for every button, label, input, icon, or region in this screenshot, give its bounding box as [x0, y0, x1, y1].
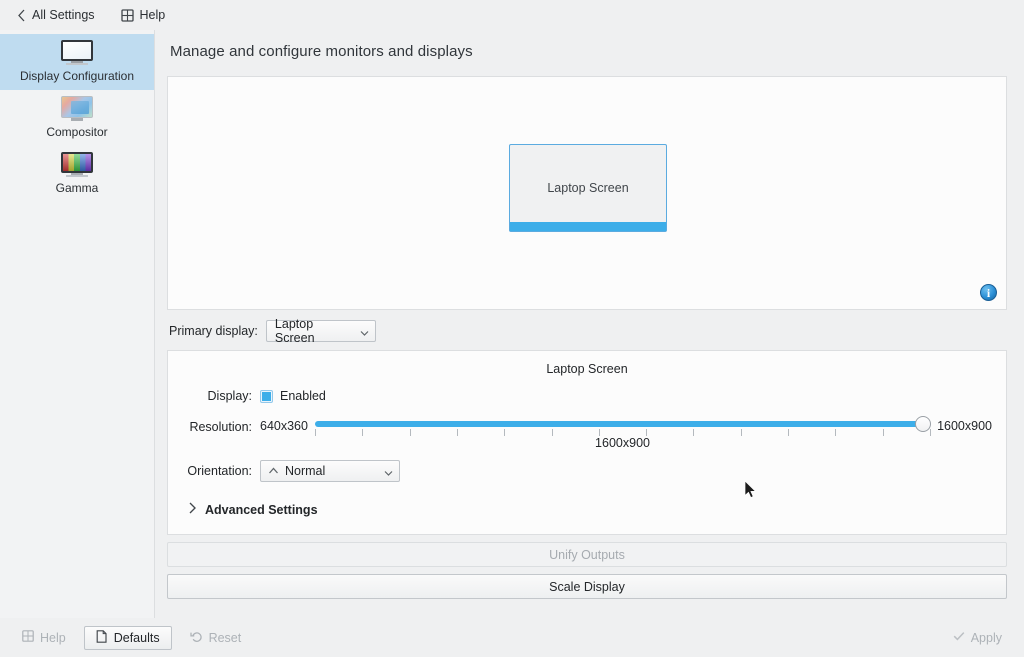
- primary-display-label: Primary display:: [169, 324, 258, 338]
- primary-display-value: Laptop Screen: [274, 317, 315, 345]
- orientation-value: Normal: [285, 464, 326, 478]
- resolution-slider[interactable]: 1600x900: [314, 416, 932, 450]
- sidebar-item-display-configuration[interactable]: Display Configuration: [0, 34, 154, 91]
- defaults-button[interactable]: Defaults: [83, 625, 172, 650]
- sidebar-item-label: Display Configuration: [19, 69, 135, 83]
- sidebar-item-label: Gamma: [55, 181, 99, 196]
- footer-help-label: Help: [40, 630, 66, 645]
- primary-indicator-bar: [510, 222, 666, 231]
- output-title: Laptop Screen: [546, 362, 628, 376]
- unify-outputs-button[interactable]: Unify Outputs: [167, 542, 1007, 567]
- content-area: Manage and configure monitors and displa…: [155, 30, 1024, 627]
- display-enabled-row: Display: Enabled: [168, 389, 1006, 403]
- info-icon[interactable]: i: [980, 284, 997, 301]
- sidebar-item-compositor[interactable]: Compositor: [0, 90, 154, 146]
- reset-button[interactable]: Reset: [178, 626, 254, 650]
- unify-outputs-label: Unify Outputs: [549, 547, 625, 562]
- advanced-settings-label: Advanced Settings: [205, 502, 318, 517]
- document-icon: [96, 629, 108, 646]
- checkbox-mark: [262, 391, 271, 401]
- orientation-select[interactable]: Normal: [260, 460, 400, 482]
- scale-display-label: Scale Display: [549, 579, 625, 594]
- display-enabled-label: Enabled: [280, 389, 326, 403]
- footer-help-button[interactable]: Help: [10, 626, 78, 650]
- toolbar-help-button[interactable]: Help: [114, 5, 173, 25]
- monitor-preview-laptop-screen[interactable]: Laptop Screen: [509, 144, 667, 232]
- all-settings-label: All Settings: [32, 8, 95, 22]
- display-label: Display:: [207, 389, 252, 403]
- page-title: Manage and configure monitors and displa…: [170, 43, 473, 60]
- info-glyph: i: [986, 285, 991, 300]
- advanced-settings-toggle[interactable]: Advanced Settings: [168, 502, 1006, 517]
- arrow-up-icon: [268, 466, 278, 476]
- output-settings-panel: Laptop Screen Display: Enabled Resolutio…: [167, 350, 1007, 535]
- check-icon: [953, 630, 965, 645]
- sidebar: Display Configuration Compositor Gamma: [0, 30, 155, 627]
- chevron-down-icon: [384, 467, 393, 476]
- scale-display-button[interactable]: Scale Display: [167, 574, 1007, 599]
- help-grid-icon: [22, 630, 34, 645]
- sidebar-item-label: Compositor: [46, 125, 108, 140]
- compositor-icon: [61, 96, 93, 122]
- defaults-label: Defaults: [113, 630, 160, 645]
- resolution-label: Resolution:: [189, 420, 252, 434]
- resolution-row: Resolution: 640x360 1600x900 1600x900: [168, 416, 1006, 450]
- resolution-min-label: 640x360: [260, 419, 308, 433]
- primary-display-row: Primary display: Laptop Screen: [167, 317, 1007, 345]
- slider-ticks: [314, 429, 932, 436]
- primary-display-select[interactable]: Laptop Screen: [265, 317, 376, 345]
- resolution-current-label: 1600x900: [595, 436, 650, 450]
- undo-icon: [189, 630, 203, 646]
- sidebar-item-gamma[interactable]: Gamma: [0, 146, 154, 202]
- resolution-max-label: 1600x900: [937, 419, 992, 433]
- gamma-icon: [61, 152, 93, 178]
- chevron-right-icon: [188, 502, 197, 517]
- monitor-preview-label: Laptop Screen: [547, 181, 629, 195]
- chevron-left-icon: [17, 9, 26, 22]
- toolbar-help-label: Help: [139, 8, 166, 22]
- display-arrangement-preview[interactable]: Laptop Screen i: [167, 76, 1007, 310]
- orientation-label: Orientation:: [187, 464, 252, 478]
- orientation-row: Orientation: Normal: [168, 460, 1006, 482]
- display-enabled-checkbox[interactable]: [260, 389, 273, 403]
- apply-button[interactable]: Apply: [941, 626, 1014, 650]
- apply-label: Apply: [970, 630, 1002, 645]
- reset-label: Reset: [208, 630, 242, 645]
- slider-groove: [314, 421, 931, 427]
- monitor-icon: [60, 40, 94, 66]
- window-grid-icon: [120, 8, 134, 22]
- all-settings-button[interactable]: All Settings: [10, 5, 102, 25]
- slider-handle[interactable]: [915, 416, 932, 432]
- top-toolbar: All Settings Help: [0, 0, 1024, 30]
- chevron-down-icon: [360, 327, 369, 336]
- footer-bar: Help Defaults Reset Apply: [0, 618, 1024, 657]
